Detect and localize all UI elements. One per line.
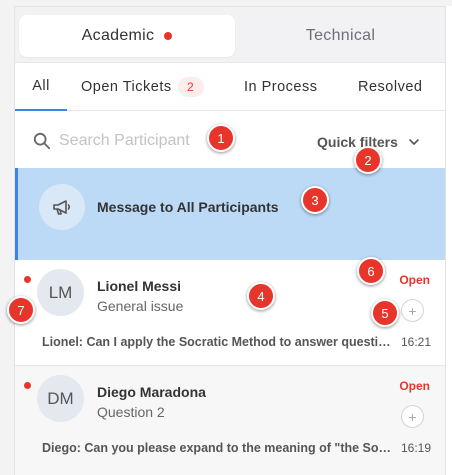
plus-icon: + <box>408 302 417 319</box>
tab-academic[interactable]: Academic <box>19 15 235 57</box>
quick-filters-label: Quick filters <box>317 134 398 150</box>
ticket-subject: General issue <box>97 298 184 314</box>
message-preview: Diego: Can you please expand to the mean… <box>42 441 397 455</box>
annotation-marker: 5 <box>371 299 399 327</box>
assign-button[interactable]: + <box>401 299 424 322</box>
unread-indicator <box>164 32 173 40</box>
participant-name: Diego Maradona <box>97 384 206 400</box>
message-preview: Lionel: Can I apply the Socratic Method … <box>42 335 397 349</box>
tab-in-process-label: In Process <box>244 79 318 95</box>
participant-name: Lionel Messi <box>97 278 182 294</box>
status-tab-bar: All Open Tickets 2 In Process Resolved <box>15 63 445 111</box>
annotation-marker: 7 <box>7 296 35 324</box>
avatar: DM <box>37 375 84 422</box>
timestamp: 16:19 <box>401 441 432 455</box>
assign-button[interactable]: + <box>401 405 424 428</box>
tab-technical[interactable]: Technical <box>235 15 445 57</box>
tab-in-process[interactable]: In Process <box>244 63 318 111</box>
annotation-marker: 3 <box>301 186 329 214</box>
tab-all[interactable]: All <box>15 63 67 111</box>
annotation-marker: 4 <box>247 282 275 310</box>
right-panel-edge <box>445 6 452 475</box>
annotation-marker: 2 <box>354 146 382 174</box>
annotation-marker: 6 <box>357 257 385 285</box>
category-tab-bar: Academic Technical <box>15 7 445 63</box>
ticket-subject: Question 2 <box>97 404 165 420</box>
megaphone-icon <box>39 184 85 230</box>
tab-resolved[interactable]: Resolved <box>358 63 422 111</box>
unread-dot <box>24 276 31 283</box>
tab-technical-label: Technical <box>305 27 376 44</box>
broadcast-label: Message to All Participants <box>97 199 279 215</box>
status-badge: Open <box>399 273 430 287</box>
status-badge: Open <box>399 379 430 393</box>
timestamp: 16:21 <box>401 335 432 349</box>
plus-icon: + <box>408 408 417 425</box>
broadcast-row[interactable]: Message to All Participants <box>15 168 445 260</box>
search-input[interactable] <box>59 128 209 154</box>
unread-dot <box>24 382 31 389</box>
avatar: LM <box>37 269 84 316</box>
ticket-panel: Academic Technical All Open Tickets 2 In… <box>14 6 445 475</box>
annotation-marker: 1 <box>207 124 235 152</box>
ticket-row[interactable]: DM Diego Maradona Question 2 Open + Dieg… <box>15 366 445 475</box>
tab-open-tickets[interactable]: Open Tickets 2 <box>81 63 204 111</box>
tab-academic-label: Academic <box>81 27 155 44</box>
search-icon <box>33 132 51 150</box>
tab-open-tickets-label: Open Tickets <box>81 79 172 95</box>
tab-resolved-label: Resolved <box>358 79 423 95</box>
tab-all-label: All <box>32 78 50 94</box>
open-count-badge: 2 <box>177 77 204 97</box>
chevron-down-icon <box>409 139 419 145</box>
